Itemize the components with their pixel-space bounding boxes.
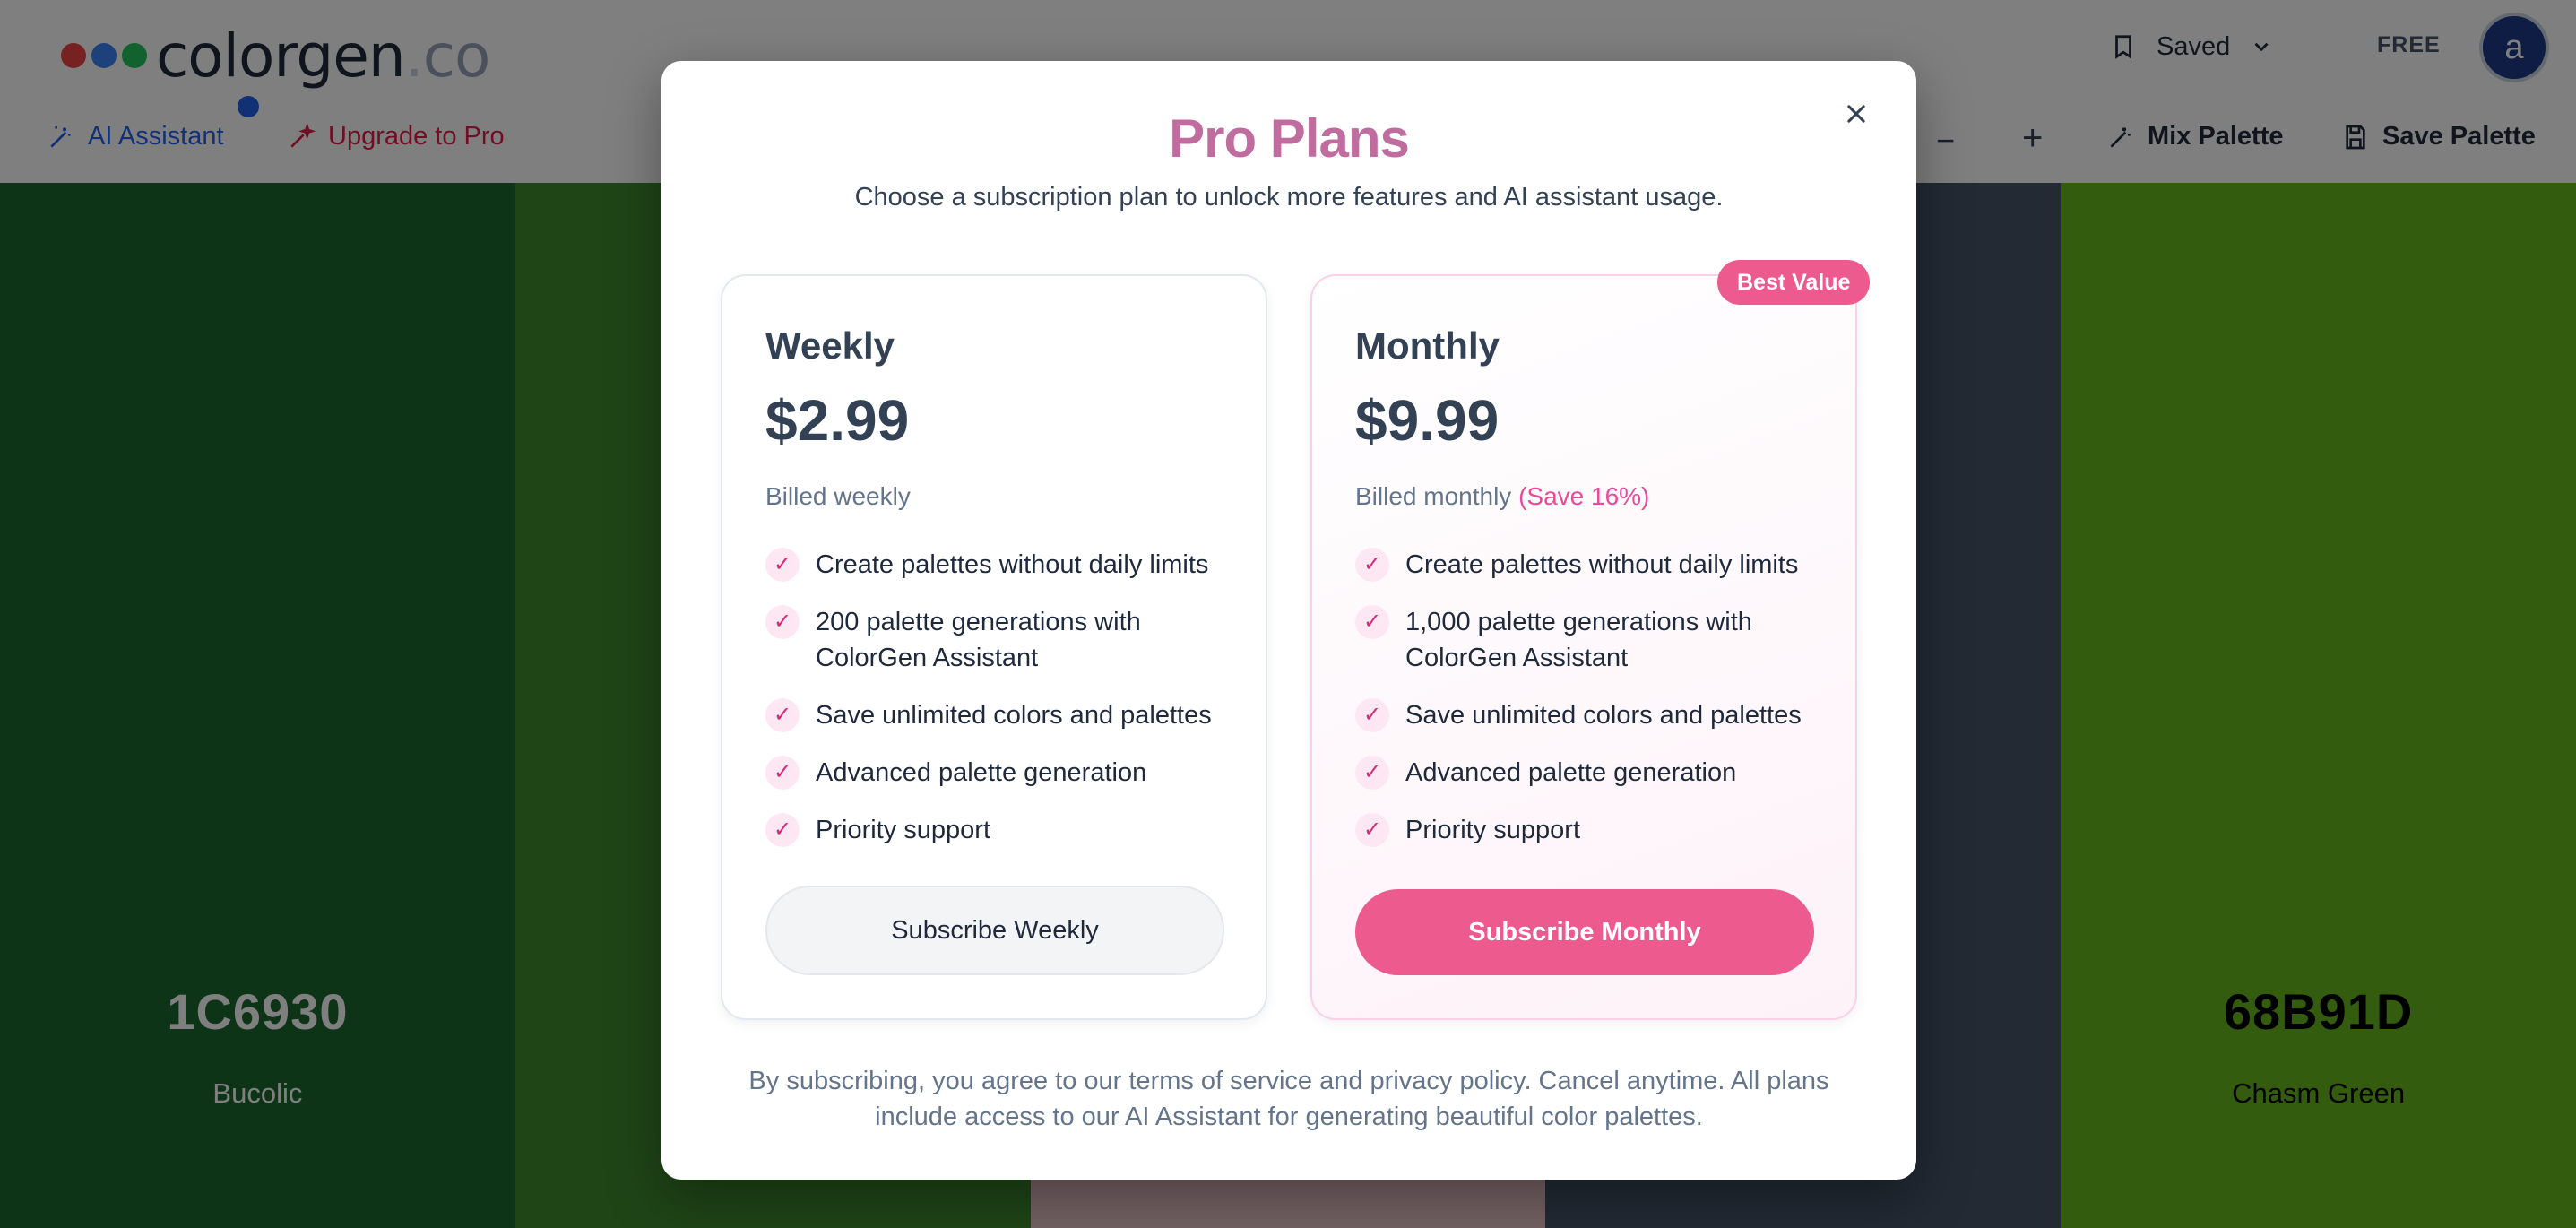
feature-item: ✓ Create palettes without daily limits (1355, 547, 1821, 583)
plan-price: $9.99 (1355, 388, 1500, 453)
feature-item: ✓ Advanced palette generation (1355, 755, 1821, 791)
feature-item: ✓ Advanced palette generation (765, 755, 1232, 791)
check-icon: ✓ (1355, 756, 1389, 790)
check-icon: ✓ (1355, 548, 1389, 582)
terms-disclaimer: By subscribing, you agree to our terms o… (748, 1067, 1829, 1131)
plan-price: $2.99 (765, 388, 910, 453)
plan-name: Monthly (1355, 324, 1500, 367)
plan-card-weekly: Weekly $2.99 Billed weekly ✓ Create palet… (721, 274, 1267, 1020)
check-icon: ✓ (1355, 605, 1389, 639)
modal-subtitle: Choose a subscription plan to unlock mor… (854, 183, 1724, 212)
feature-item: ✓ Priority support (765, 812, 1232, 848)
feature-item: ✓ Save unlimited colors and palettes (765, 697, 1232, 733)
plan-billing: Billed monthly (Save 16%) (1355, 482, 1650, 510)
check-icon: ✓ (765, 756, 800, 790)
check-icon: ✓ (1355, 698, 1389, 732)
check-icon: ✓ (765, 605, 800, 639)
feature-list: ✓ Create palettes without daily limits ✓ 2… (765, 547, 1232, 869)
subscribe-monthly-button[interactable]: Subscribe Monthly (1355, 889, 1814, 975)
check-icon: ✓ (765, 548, 800, 582)
check-icon: ✓ (765, 813, 800, 847)
savings-text: (Save 16%) (1518, 482, 1650, 510)
check-icon: ✓ (765, 698, 800, 732)
plan-name: Weekly (765, 324, 895, 367)
plan-billing: Billed weekly (765, 482, 911, 510)
modal-title: Pro Plans (1169, 108, 1410, 169)
feature-item: ✓ Save unlimited colors and palettes (1355, 697, 1821, 733)
feature-item: ✓ 1,000 palette generations with ColorGen… (1355, 604, 1821, 676)
feature-item: ✓ Priority support (1355, 812, 1821, 848)
feature-list: ✓ Create palettes without daily limits ✓ 1… (1355, 547, 1821, 869)
plan-card-monthly: Monthly $9.99 Billed monthly (Save 16%) … (1310, 274, 1857, 1020)
feature-item: ✓ 200 palette generations with ColorGen A… (765, 604, 1232, 676)
check-icon: ✓ (1355, 813, 1389, 847)
pro-plans-modal: Pro Plans Choose a subscription plan to … (661, 61, 1916, 1180)
best-value-badge: Best Value (1717, 260, 1871, 305)
feature-item: ✓ Create palettes without daily limits (765, 547, 1232, 583)
subscribe-weekly-button[interactable]: Subscribe Weekly (765, 886, 1224, 975)
